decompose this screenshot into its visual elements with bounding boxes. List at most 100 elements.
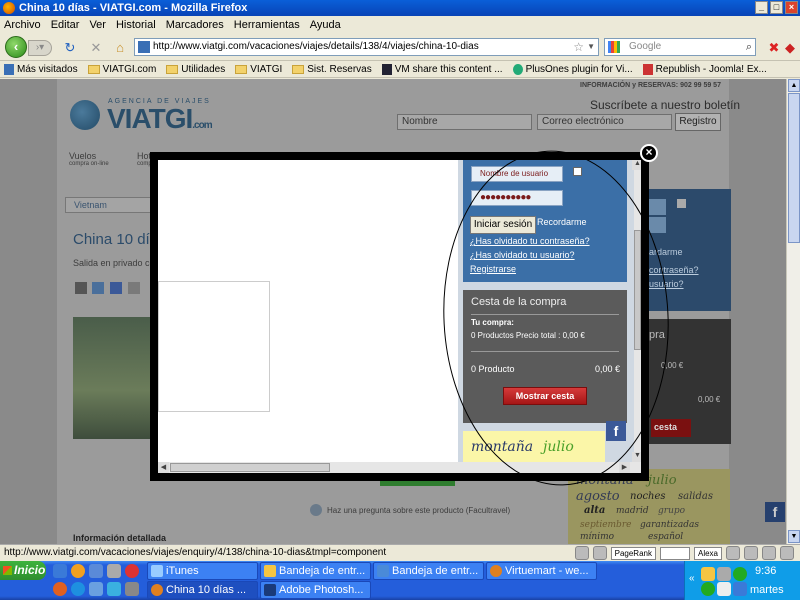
scroll-up-arrow-icon[interactable]: ▲ — [788, 79, 800, 92]
scroll-thumb[interactable] — [788, 93, 800, 243]
url-bar[interactable]: http://www.viatgi.com/vacaciones/viajes/… — [134, 38, 599, 56]
back-arrow-icon[interactable]: ‹ — [5, 36, 27, 58]
newsletter-register-button[interactable]: Registro — [675, 113, 721, 131]
login-button[interactable]: Iniciar sesión — [470, 216, 536, 234]
modal-vertical-scrollbar[interactable]: ▲ ▼ — [632, 160, 641, 462]
quicklaunch-icon[interactable] — [89, 564, 103, 578]
firefox-quicklaunch-icon[interactable] — [71, 564, 85, 578]
breadcrumb-tab[interactable]: Vietnam — [65, 197, 152, 213]
tray-icon[interactable] — [717, 582, 731, 596]
bookmark-plusones[interactable]: PlusOnes plugin for Vi... — [512, 64, 633, 75]
tag[interactable]: julio — [543, 439, 574, 455]
facebook-share-icon[interactable] — [110, 282, 122, 294]
remember-label[interactable]: Recordarme — [537, 217, 587, 227]
tag[interactable]: noches — [630, 491, 666, 502]
clock[interactable]: 9:36 — [755, 565, 776, 577]
nav-hoteles[interactable]: Hot — [137, 151, 151, 161]
maximize-button[interactable]: □ — [770, 1, 783, 14]
menu-historial[interactable]: Historial — [116, 19, 156, 31]
register-link[interactable]: Registrarse — [470, 264, 516, 274]
menu-marcadores[interactable]: Marcadores — [166, 19, 224, 31]
tag[interactable]: montaña — [471, 439, 533, 455]
addon-status-icon[interactable] — [762, 546, 776, 560]
tag[interactable]: septiembre — [580, 520, 631, 530]
quicklaunch-icon[interactable] — [53, 582, 67, 596]
username-input[interactable]: Nombre de usuario — [471, 166, 563, 182]
tray-icon[interactable] — [701, 567, 715, 581]
scroll-down-arrow-icon[interactable]: ▼ — [788, 530, 800, 543]
bookmark-star-icon[interactable]: ☆ — [573, 39, 584, 55]
task-bandeja-2[interactable]: Bandeja de entr... — [373, 562, 484, 580]
scroll-thumb[interactable] — [170, 463, 330, 472]
browser-scrollbar[interactable]: ▲ ▼ — [786, 79, 800, 544]
search-icon[interactable]: ⌕ — [746, 39, 752, 55]
tag[interactable]: garantizadas — [640, 520, 699, 530]
tag[interactable]: salidas — [678, 491, 713, 502]
quicklaunch-icon[interactable] — [107, 582, 121, 596]
task-virtuemart[interactable]: Virtuemart - we... — [486, 562, 597, 580]
start-button[interactable]: Inicio — [0, 561, 46, 580]
bookmark-sist-reservas[interactable]: Sist. Reservas — [292, 64, 372, 75]
share-icon[interactable] — [92, 282, 104, 294]
question-link[interactable]: Haz una pregunta sobre este producto (Fa… — [327, 506, 510, 515]
menu-herramientas[interactable]: Herramientas — [234, 19, 300, 31]
menu-ver[interactable]: Ver — [89, 19, 106, 31]
site-logo[interactable]: VIATGI.com — [107, 103, 213, 135]
show-cart-button[interactable]: Mostrar cesta — [503, 387, 587, 405]
bookmark-republish[interactable]: Republish - Joomla! Ex... — [642, 64, 767, 75]
menu-editar[interactable]: Editar — [51, 19, 80, 31]
forgot-password-link[interactable]: ¿Has olvidado tu contraseña? — [470, 236, 590, 246]
addon-icon-2[interactable]: ◆ — [782, 40, 798, 56]
scroll-up-arrow-icon[interactable]: ▲ — [632, 160, 641, 170]
login-checkbox[interactable] — [573, 167, 582, 176]
scroll-left-arrow-icon[interactable]: ◀ — [158, 462, 169, 473]
forgot-user-link[interactable]: ¿Has olvidado tu usuario? — [470, 250, 575, 260]
bookmark-vm-share[interactable]: VM share this content ... — [381, 64, 503, 75]
menu-archivo[interactable]: Archivo — [4, 19, 41, 31]
quicklaunch-icon[interactable] — [125, 582, 139, 596]
minimize-button[interactable]: _ — [755, 1, 768, 14]
window-title-bar[interactable]: China 10 días - VIATGI.com - Mozilla Fir… — [0, 0, 800, 16]
social-share-icon[interactable] — [128, 282, 140, 294]
delicious-icon[interactable] — [75, 282, 87, 294]
bookmark-mas-visitados[interactable]: Más visitados — [4, 64, 78, 75]
addon-status-icon[interactable] — [744, 546, 758, 560]
task-photoshop[interactable]: Adobe Photosh... — [260, 581, 371, 599]
close-modal-icon[interactable]: × — [640, 144, 658, 162]
google-icon[interactable] — [608, 41, 620, 53]
home-icon[interactable]: ⌂ — [112, 40, 128, 56]
tag[interactable]: mínimo — [580, 532, 614, 542]
forward-arrow-icon[interactable]: ›▾ — [28, 40, 52, 56]
quicklaunch-icon[interactable] — [107, 564, 121, 578]
bookmark-viatgi-com[interactable]: VIATGI.com — [87, 64, 156, 75]
close-window-button[interactable]: × — [785, 1, 798, 14]
pagerank-badge[interactable]: PageRank — [610, 546, 656, 560]
tray-expand-icon[interactable]: « — [689, 573, 695, 584]
tag[interactable]: español — [648, 532, 683, 542]
task-china-10-dias[interactable]: China 10 días ... — [147, 581, 258, 599]
tray-icon[interactable] — [733, 582, 747, 596]
background-facebook-icon[interactable]: f — [765, 502, 785, 522]
url-dropdown-icon[interactable]: ▼ — [587, 39, 595, 55]
scroll-thumb[interactable] — [634, 230, 641, 350]
nav-vuelos[interactable]: Vuelos — [69, 151, 96, 161]
search-input[interactable]: Google ⌕ — [604, 38, 756, 56]
bookmark-utilidades[interactable]: Utilidades — [166, 64, 225, 75]
newsletter-email-input[interactable]: Correo electrónico — [537, 114, 672, 130]
tray-icon[interactable] — [717, 567, 731, 581]
quicklaunch-icon[interactable] — [125, 564, 139, 578]
alexa-badge[interactable]: Alexa — [693, 546, 722, 560]
newsletter-name-input[interactable]: Nombre — [397, 114, 532, 130]
task-itunes[interactable]: iTunes — [147, 562, 258, 580]
gear-icon[interactable] — [726, 546, 740, 560]
addon-icon[interactable]: ✖ — [766, 40, 782, 56]
scroll-down-arrow-icon[interactable]: ▼ — [632, 452, 641, 462]
addon-status-icon[interactable] — [780, 546, 794, 560]
tray-icon[interactable] — [733, 567, 747, 581]
menu-ayuda[interactable]: Ayuda — [310, 19, 341, 31]
tag[interactable]: madrid — [616, 506, 649, 516]
addon-status-icon[interactable] — [574, 546, 589, 560]
bookmark-viatgi[interactable]: VIATGI — [235, 64, 282, 75]
stop-icon[interactable]: ✕ — [88, 40, 104, 56]
task-bandeja-1[interactable]: Bandeja de entr... — [260, 562, 371, 580]
